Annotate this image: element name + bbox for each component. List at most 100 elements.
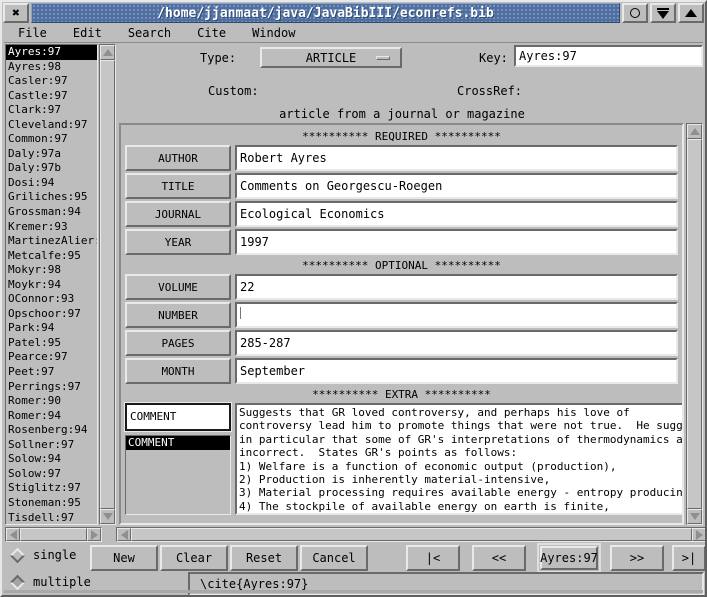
number-input[interactable]	[235, 302, 678, 328]
list-item[interactable]: Moykr:94	[6, 278, 97, 293]
iconify-button[interactable]	[650, 3, 676, 23]
scrollbar-up-arrow[interactable]	[687, 124, 702, 139]
sidebar-horizontal-scrollbar[interactable]	[5, 527, 102, 542]
extra-field-list: COMMENT	[125, 435, 231, 515]
list-item[interactable]: Daly:97b	[6, 161, 97, 176]
list-item[interactable]: Metcalfe:95	[6, 249, 97, 264]
list-item[interactable]: Romer:94	[6, 409, 97, 424]
list-item[interactable]: Casler:97	[6, 74, 97, 89]
list-item[interactable]: Romer:90	[6, 394, 97, 409]
month-input[interactable]	[235, 358, 678, 384]
nav-last-button[interactable]: >|	[672, 545, 706, 571]
list-item[interactable]: Kremer:93	[6, 220, 97, 235]
list-item[interactable]: Opschoor:97	[6, 307, 97, 322]
scrollbar-down-arrow[interactable]	[100, 509, 115, 524]
maximize-button[interactable]	[678, 3, 704, 23]
list-item[interactable]: Ayres:97	[6, 45, 97, 60]
nav-prev-button[interactable]: <<	[472, 545, 526, 571]
title-field-button[interactable]: TITLE	[125, 173, 231, 199]
year-field-button[interactable]: YEAR	[125, 229, 231, 255]
mode-single[interactable]: single	[12, 548, 76, 562]
menu-window[interactable]: Window	[252, 26, 295, 40]
scrollbar-down-arrow[interactable]	[687, 509, 702, 524]
title-input[interactable]	[235, 173, 678, 199]
form-horizontal-scrollbar[interactable]	[116, 527, 707, 542]
list-item[interactable]: Ayres:98	[6, 60, 97, 75]
form-vertical-scrollbar[interactable]	[686, 123, 703, 525]
list-item[interactable]: Patel:95	[6, 336, 97, 351]
extra-list-item[interactable]: COMMENT	[126, 436, 230, 450]
extra-field-name-input[interactable]: COMMENT	[125, 403, 231, 431]
mode-multiple-label: multiple	[33, 575, 91, 589]
close-button[interactable]: ✖	[3, 3, 29, 23]
pages-field-button[interactable]: PAGES	[125, 330, 231, 356]
volume-input[interactable]	[235, 274, 678, 300]
window-title[interactable]: /home/jjanmaat/java/JavaBibIII/econrefs.…	[31, 3, 620, 23]
scrollbar-left-arrow[interactable]	[6, 528, 20, 541]
year-input[interactable]	[235, 229, 678, 255]
menu-search[interactable]: Search	[128, 26, 171, 40]
nav-first-button[interactable]: |<	[406, 545, 460, 571]
list-item[interactable]: Peet:97	[6, 365, 97, 380]
menu-cite[interactable]: Cite	[197, 26, 226, 40]
list-item[interactable]: Sollner:97	[6, 438, 97, 453]
nav-next-button[interactable]: >>	[610, 545, 664, 571]
list-item[interactable]: Solow:97	[6, 467, 97, 482]
list-item[interactable]: Stiglitz:97	[6, 481, 97, 496]
list-item[interactable]: Dosi:94	[6, 176, 97, 191]
menu-file[interactable]: File	[18, 26, 47, 40]
scrollbar-left-arrow[interactable]	[117, 528, 131, 541]
list-item[interactable]: Solow:94	[6, 452, 97, 467]
list-item[interactable]: Tisdell:97	[6, 511, 97, 526]
list-item[interactable]: Perrings:97	[6, 380, 97, 395]
list-item[interactable]: Grossman:94	[6, 205, 97, 220]
author-input[interactable]	[235, 145, 678, 171]
journal-input[interactable]	[235, 201, 678, 227]
list-item[interactable]: Mokyr:98	[6, 263, 97, 278]
app-window: ✖ /home/jjanmaat/java/JavaBibIII/econref…	[0, 0, 707, 597]
sidebar-vertical-scrollbar[interactable]	[99, 44, 116, 525]
window-menu-button[interactable]	[622, 3, 648, 23]
month-field-button[interactable]: MONTH	[125, 358, 231, 384]
radio-diamond-icon	[10, 574, 26, 590]
field-row-pages: PAGES	[125, 330, 678, 356]
menu-edit[interactable]: Edit	[73, 26, 102, 40]
nav-current-button[interactable]: Ayres:97	[540, 546, 598, 570]
list-item[interactable]: Park:94	[6, 321, 97, 336]
number-field-button[interactable]: NUMBER	[125, 302, 231, 328]
list-item[interactable]: OConnor:93	[6, 292, 97, 307]
list-item[interactable]: Castle:97	[6, 89, 97, 104]
list-item[interactable]: MartinezAlier:9	[6, 234, 97, 249]
scrollbar-thumb[interactable]	[100, 60, 115, 509]
reset-button[interactable]: Reset	[230, 545, 298, 571]
titlebar: ✖ /home/jjanmaat/java/JavaBibIII/econref…	[3, 3, 704, 23]
author-field-button[interactable]: AUTHOR	[125, 145, 231, 171]
scrollbar-up-arrow[interactable]	[100, 45, 115, 60]
journal-field-button[interactable]: JOURNAL	[125, 201, 231, 227]
scrollbar-right-arrow[interactable]	[87, 528, 101, 541]
comment-editor: Suggests that GR loved controversy, and …	[235, 403, 684, 515]
cancel-button[interactable]: Cancel	[300, 545, 368, 571]
scrollbar-thumb[interactable]	[131, 528, 692, 541]
scrollbar-thumb[interactable]	[20, 528, 87, 541]
key-input[interactable]	[514, 45, 703, 67]
list-item[interactable]: Cleveland:97	[6, 118, 97, 133]
clear-button[interactable]: Clear	[160, 545, 228, 571]
entry-type-description: article from a journal or magazine	[119, 107, 685, 121]
scrollbar-right-arrow[interactable]	[692, 528, 706, 541]
scrollbar-thumb[interactable]	[687, 139, 702, 509]
comment-textarea[interactable]: Suggests that GR loved controversy, and …	[237, 405, 684, 513]
list-item[interactable]: Griliches:95	[6, 190, 97, 205]
list-item[interactable]: Stoneman:95	[6, 496, 97, 511]
mode-multiple[interactable]: multiple	[12, 575, 91, 589]
type-option-menu[interactable]: ARTICLE	[260, 47, 402, 68]
volume-field-button[interactable]: VOLUME	[125, 274, 231, 300]
pages-input[interactable]	[235, 330, 678, 356]
field-row-volume: VOLUME	[125, 274, 678, 300]
list-item[interactable]: Rosenberg:94	[6, 423, 97, 438]
list-item[interactable]: Pearce:97	[6, 350, 97, 365]
list-item[interactable]: Common:97	[6, 132, 97, 147]
new-button[interactable]: New	[90, 545, 158, 571]
list-item[interactable]: Daly:97a	[6, 147, 97, 162]
list-item[interactable]: Clark:97	[6, 103, 97, 118]
